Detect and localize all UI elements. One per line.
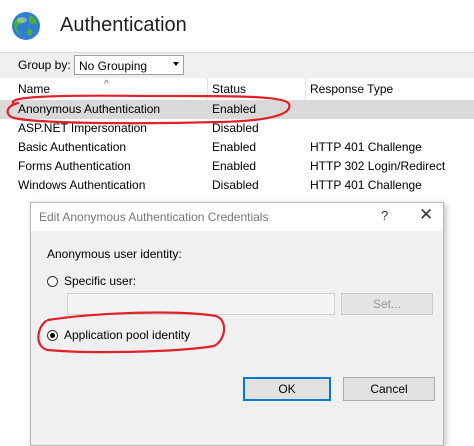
row-name: Windows Authentication <box>18 178 146 192</box>
row-status: Enabled <box>212 159 257 173</box>
row-status: Disabled <box>212 121 259 135</box>
ok-button[interactable]: OK <box>243 377 331 401</box>
identity-label: Anonymous user identity: <box>47 247 182 261</box>
row-name: ASP.NET Impersonation <box>18 121 147 135</box>
row-name: Anonymous Authentication <box>18 102 161 116</box>
specific-user-label[interactable]: Specific user: <box>64 274 136 288</box>
column-header-response-type[interactable]: Response Type <box>306 78 474 100</box>
group-by-value: No Grouping <box>79 59 148 73</box>
set-button[interactable]: Set... <box>341 293 433 315</box>
row-status: Enabled <box>212 140 257 154</box>
dialog-title: Edit Anonymous Authentication Credential… <box>39 210 269 224</box>
sort-caret-icon: ^ <box>104 79 109 90</box>
specific-user-input[interactable] <box>67 293 335 315</box>
row-response-type: HTTP 401 Challenge <box>310 178 422 192</box>
table-row[interactable]: Windows Authentication Disabled HTTP 401… <box>0 176 474 195</box>
table-row[interactable]: Anonymous Authentication Enabled <box>0 100 474 119</box>
edit-credentials-dialog: Edit Anonymous Authentication Credential… <box>30 202 444 446</box>
app-pool-identity-radio[interactable] <box>47 330 58 341</box>
table-row[interactable]: ASP.NET Impersonation Disabled <box>0 119 474 138</box>
table-row[interactable]: Forms Authentication Enabled HTTP 302 Lo… <box>0 157 474 176</box>
group-by-label: Group by: <box>18 58 71 72</box>
cancel-button[interactable]: Cancel <box>343 377 435 401</box>
row-name: Forms Authentication <box>18 159 131 173</box>
row-response-type: HTTP 302 Login/Redirect <box>310 159 446 173</box>
group-by-toolbar: Group by: No Grouping <box>0 52 474 79</box>
app-pool-identity-label[interactable]: Application pool identity <box>64 328 190 342</box>
help-icon[interactable]: ? <box>381 208 388 223</box>
page-header: Authentication <box>0 0 474 52</box>
dialog-titlebar[interactable]: Edit Anonymous Authentication Credential… <box>31 203 443 231</box>
row-status: Disabled <box>212 178 259 192</box>
column-header-status[interactable]: Status <box>208 78 306 100</box>
column-header-name[interactable]: Name ^ <box>0 78 208 100</box>
specific-user-radio[interactable] <box>47 276 58 287</box>
dropdown-arrow-icon <box>173 62 179 66</box>
group-by-dropdown[interactable]: No Grouping <box>74 55 184 75</box>
row-response-type: HTTP 401 Challenge <box>310 140 422 154</box>
table-row[interactable]: Basic Authentication Enabled HTTP 401 Ch… <box>0 138 474 157</box>
row-name: Basic Authentication <box>18 140 127 154</box>
close-icon[interactable]: ✕ <box>419 205 433 225</box>
page-title: Authentication <box>60 14 187 36</box>
globe-icon <box>12 12 40 40</box>
row-status: Enabled <box>212 102 257 116</box>
